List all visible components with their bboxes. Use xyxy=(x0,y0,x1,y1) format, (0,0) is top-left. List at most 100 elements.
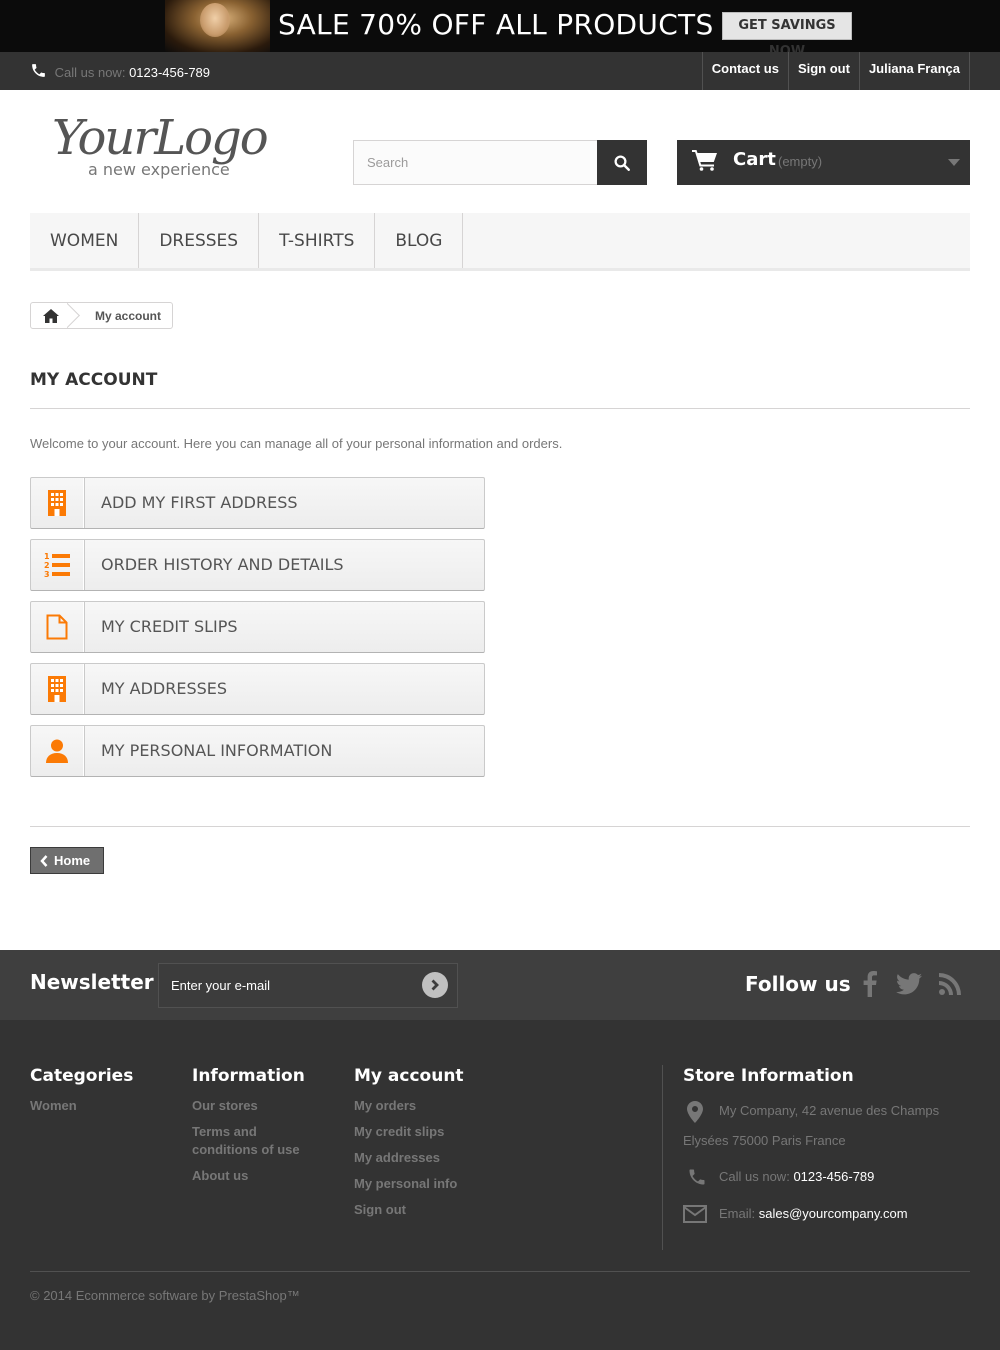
search-input[interactable] xyxy=(354,141,598,184)
store-email: Email: sales@yourcompany.com xyxy=(683,1199,973,1229)
order-history-label: Order history and details xyxy=(101,555,344,574)
footer-link-terms[interactable]: Terms and conditions of use xyxy=(192,1123,322,1159)
store-information: Store Information My Company, 42 avenue … xyxy=(683,1066,973,1229)
store-phone-number: 0123-456-789 xyxy=(793,1169,875,1184)
footer-link-credit-slips[interactable]: My credit slips xyxy=(354,1123,464,1141)
footer-link-about-us[interactable]: About us xyxy=(192,1167,322,1185)
svg-text:2: 2 xyxy=(44,561,50,570)
my-addresses-button[interactable]: My addresses xyxy=(30,663,485,715)
menu-item-women[interactable]: Women xyxy=(30,213,140,268)
footer-column-divider xyxy=(662,1065,663,1250)
breadcrumb: My account xyxy=(30,302,174,329)
store-call-label: Call us now: xyxy=(719,1169,790,1184)
search-button[interactable] xyxy=(597,140,647,185)
chevron-down-icon xyxy=(948,159,960,166)
map-marker-icon xyxy=(687,1101,703,1123)
search-icon xyxy=(614,155,630,171)
chevron-right-icon xyxy=(431,979,439,991)
chevron-left-icon xyxy=(40,854,48,867)
call-us-phone: 0123-456-789 xyxy=(129,65,211,80)
svg-text:1: 1 xyxy=(44,552,50,561)
copyright-divider xyxy=(30,1271,970,1272)
document-icon xyxy=(31,602,84,652)
phone-icon xyxy=(689,1169,705,1185)
copyright[interactable]: © 2014 Ecommerce software by PrestaShop™ xyxy=(30,1288,300,1303)
logo-text: YourLogo xyxy=(52,110,269,166)
twitter-icon[interactable] xyxy=(895,970,923,998)
newsletter-strip: Newsletter Follow us xyxy=(0,950,1000,1020)
cart-button[interactable]: Cart (empty) xyxy=(677,140,970,185)
personal-information-button[interactable]: My personal information xyxy=(30,725,485,777)
building-icon xyxy=(31,664,84,714)
store-email-address[interactable]: sales@yourcompany.com xyxy=(759,1206,908,1221)
store-information-title: Store Information xyxy=(683,1066,854,1086)
store-address-line2: Elysées 75000 Paris France xyxy=(683,1133,846,1148)
logo-tagline: a new experience xyxy=(88,160,230,179)
account-name-link[interactable]: Juliana França xyxy=(858,52,970,90)
menu-item-blog[interactable]: Blog xyxy=(375,213,464,268)
footer-link-women[interactable]: Women xyxy=(30,1097,133,1115)
footer-categories: Categories Women xyxy=(30,1066,133,1123)
store-address-line1: My Company, 42 avenue des Champs xyxy=(719,1103,940,1118)
envelope-icon xyxy=(683,1205,707,1223)
breadcrumb-current: My account xyxy=(95,308,162,323)
footer-categories-title: Categories xyxy=(30,1066,134,1086)
call-us-label: Call us now: xyxy=(54,65,126,80)
footer-my-account: My account My orders My credit slips My … xyxy=(354,1066,464,1227)
user-icon xyxy=(31,726,84,776)
store-logo[interactable]: YourLogo a new experience xyxy=(52,108,292,188)
store-phone: Call us now: 0123-456-789 xyxy=(683,1162,973,1192)
building-icon xyxy=(31,478,84,528)
follow-us-title: Follow us xyxy=(745,972,851,996)
welcome-text: Welcome to your account. Here you can ma… xyxy=(30,436,563,451)
call-us: Call us now: 0123-456-789 xyxy=(30,62,210,80)
page-title: My account xyxy=(30,370,158,390)
menu-item-t-shirts[interactable]: T-shirts xyxy=(259,213,376,268)
rss-icon[interactable] xyxy=(936,970,964,998)
order-history-button[interactable]: 123 Order history and details xyxy=(30,539,485,591)
facebook-icon[interactable] xyxy=(856,970,884,998)
svg-text:3: 3 xyxy=(44,570,50,578)
credit-slips-button[interactable]: My credit slips xyxy=(30,601,485,653)
menu-item-dresses[interactable]: Dresses xyxy=(139,213,260,268)
footer-my-account-title: My account xyxy=(354,1066,464,1086)
home-button-label: Home xyxy=(54,853,91,868)
home-icon xyxy=(43,308,59,323)
footer-link-sign-out[interactable]: Sign out xyxy=(354,1201,464,1219)
home-button[interactable]: Home xyxy=(30,847,104,874)
store-email-label: Email: xyxy=(719,1206,756,1221)
footer: Categories Women Information Our stores … xyxy=(0,1020,1000,1350)
footer-information: Information Our stores Terms and conditi… xyxy=(192,1066,322,1193)
top-nav-links: Contact us Sign out Juliana França xyxy=(701,52,970,90)
newsletter-box xyxy=(158,963,458,1008)
sign-out-link[interactable]: Sign out xyxy=(787,52,859,90)
main-menu: Women Dresses T-shirts Blog xyxy=(30,213,970,271)
banner-model-face xyxy=(200,3,230,37)
add-first-address-button[interactable]: Add my first address xyxy=(30,477,485,529)
footer-link-our-stores[interactable]: Our stores xyxy=(192,1097,322,1115)
newsletter-email-input[interactable] xyxy=(159,964,409,1007)
store-address: My Company, 42 avenue des Champs xyxy=(683,1096,973,1126)
breadcrumb-home[interactable] xyxy=(31,303,71,328)
contact-us-link[interactable]: Contact us xyxy=(701,52,788,90)
cart-status: (empty) xyxy=(778,154,823,169)
sale-banner[interactable]: SALE 70% OFF ALL PRODUCTS GET SAVINGS NO… xyxy=(0,0,1000,52)
content-divider xyxy=(30,826,970,827)
newsletter-submit-button[interactable] xyxy=(422,972,448,998)
footer-link-my-orders[interactable]: My orders xyxy=(354,1097,464,1115)
newsletter-title: Newsletter xyxy=(30,970,154,994)
footer-information-title: Information xyxy=(192,1066,305,1086)
footer-link-personal-info[interactable]: My personal info xyxy=(354,1175,464,1193)
heading-divider xyxy=(30,408,970,409)
banner-text: SALE 70% OFF ALL PRODUCTS xyxy=(278,8,714,41)
account-links: Add my first address 123 Order history a… xyxy=(30,477,485,787)
numbered-list-icon: 123 xyxy=(31,540,84,590)
my-addresses-label: My addresses xyxy=(101,679,228,698)
credit-slips-label: My credit slips xyxy=(101,617,238,636)
cart-label: Cart xyxy=(733,149,776,170)
top-nav: Call us now: 0123-456-789 Contact us Sig… xyxy=(0,52,1000,90)
footer-link-my-addresses[interactable]: My addresses xyxy=(354,1149,464,1167)
get-savings-button[interactable]: GET SAVINGS NOW xyxy=(722,12,852,52)
search-box xyxy=(353,140,647,185)
add-first-address-label: Add my first address xyxy=(101,493,298,512)
